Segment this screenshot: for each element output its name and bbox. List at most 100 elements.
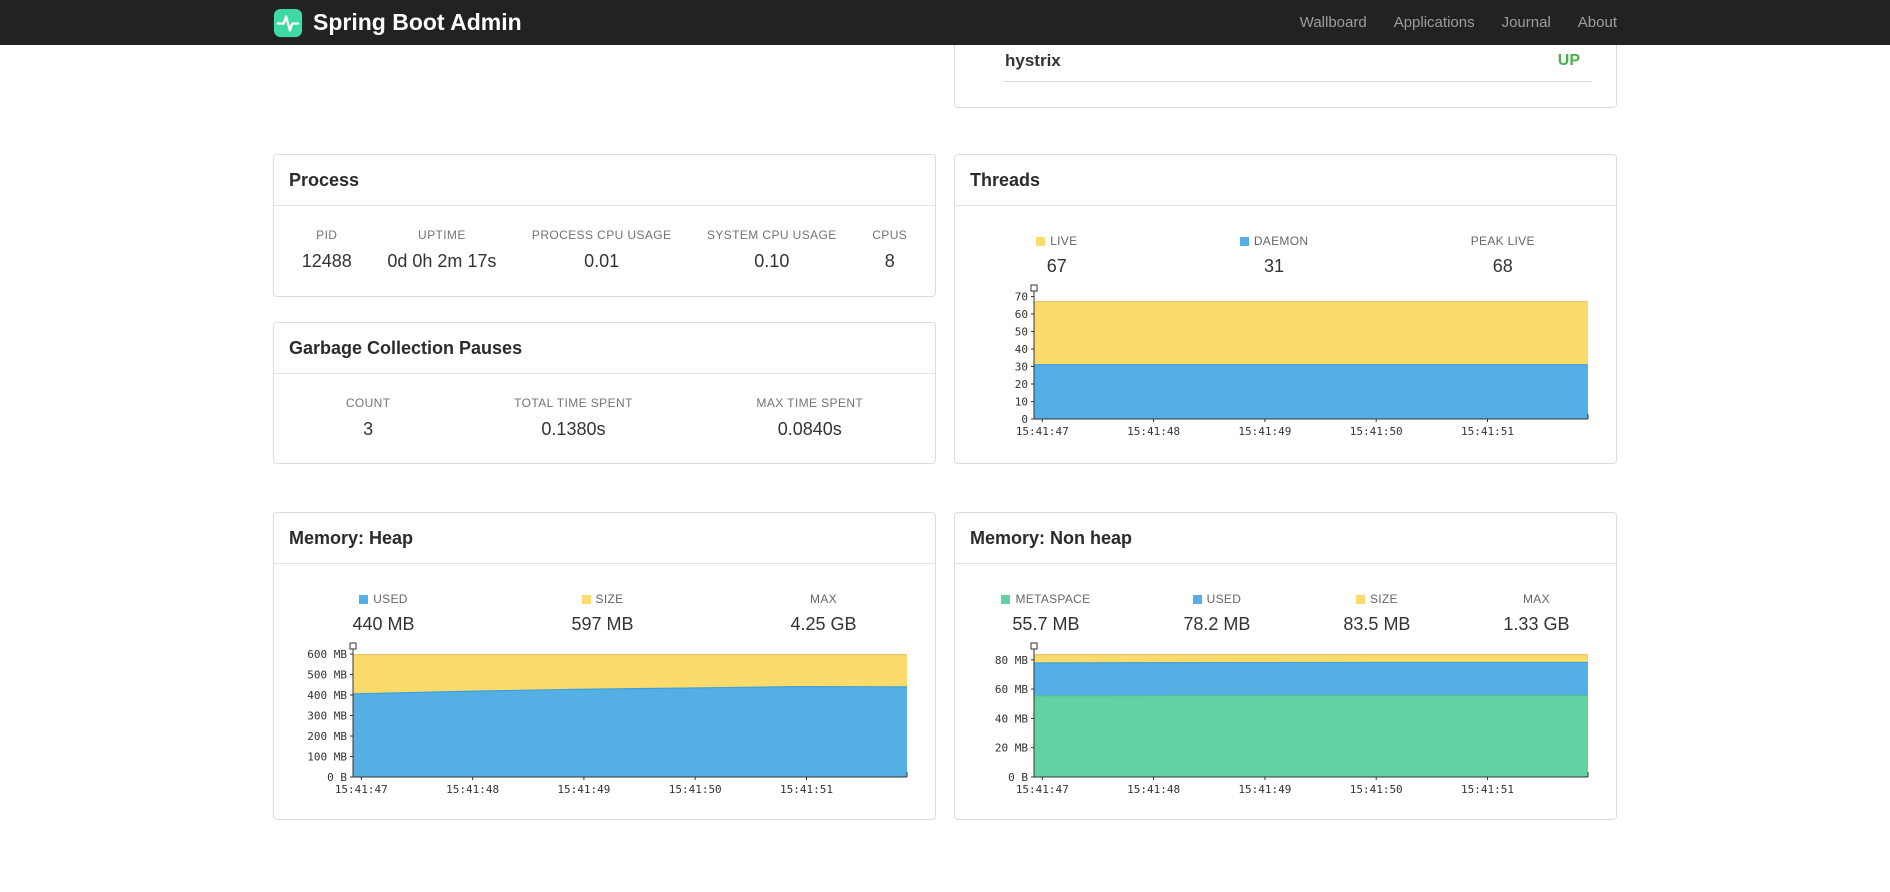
left-column: Process PID 12488 UPTIME 0d 0h 2m 17s PR…	[273, 45, 936, 820]
legend-item-max: MAX 1.33 GB	[1503, 592, 1569, 635]
metric-cpus: CPUS 8	[872, 228, 907, 272]
svg-text:15:41:51: 15:41:51	[1461, 425, 1514, 438]
svg-text:40: 40	[1014, 343, 1027, 356]
svg-text:15:41:49: 15:41:49	[1238, 783, 1291, 796]
legend-value: 67	[1046, 256, 1067, 276]
legend-value: 78.2 MB	[1183, 614, 1251, 634]
svg-text:200 MB: 200 MB	[307, 730, 347, 743]
gc-panel: Garbage Collection Pauses COUNT 3 TOTAL …	[273, 322, 936, 464]
legend-label: SIZE	[595, 592, 624, 606]
legend-label: MAX	[810, 592, 837, 606]
nav-about[interactable]: About	[1578, 14, 1617, 31]
process-panel: Process PID 12488 UPTIME 0d 0h 2m 17s PR…	[273, 154, 936, 297]
svg-text:80 MB: 80 MB	[994, 654, 1027, 667]
metric-value: 0.1380s	[541, 419, 606, 439]
metric-value: 3	[363, 419, 374, 439]
status-badge: UP	[1557, 52, 1580, 69]
memory-nonheap-chart: 0 B20 MB40 MB60 MB80 MB15:41:47 15:41:48 1…	[994, 642, 1588, 796]
metric-gc-max-time: MAX TIME SPENT 0.0840s	[756, 396, 863, 440]
svg-text:15:41:51: 15:41:51	[1461, 783, 1514, 796]
threads-legend: LIVE 67 DAEMON 31 PEAK LIVE 68	[955, 206, 1616, 277]
svg-text:15:41:47: 15:41:47	[334, 783, 387, 796]
legend-value: 31	[1264, 256, 1285, 276]
legend-value: 1.33 GB	[1503, 614, 1570, 634]
legend-value: 440 MB	[352, 614, 415, 634]
series-swatch	[1001, 594, 1011, 604]
memory-nonheap-panel: Memory: Non heap METASPACE 55.7 MB USED …	[954, 512, 1617, 820]
svg-text:60: 60	[1014, 308, 1027, 321]
svg-text:15:41:51: 15:41:51	[780, 783, 833, 796]
svg-text:15:41:47: 15:41:47	[1015, 425, 1068, 438]
metric-label: PROCESS CPU USAGE	[531, 228, 672, 242]
legend-item-peak-live: PEAK LIVE 68	[1471, 234, 1535, 277]
metric-value: 0.10	[754, 251, 790, 271]
memory-heap-chart: 0 B100 MB200 MB300 MB400 MB500 MB600 MB1…	[307, 642, 907, 796]
legend-item-size: SIZE 597 MB	[571, 592, 633, 635]
legend-item-used: USED 78.2 MB	[1183, 592, 1250, 635]
nav-wallboard[interactable]: Wallboard	[1300, 14, 1367, 31]
svg-text:40 MB: 40 MB	[994, 712, 1027, 725]
brand-link[interactable]: Spring Boot Admin	[273, 8, 522, 38]
metric-value: 8	[884, 251, 895, 271]
metric-gc-total-time: TOTAL TIME SPENT 0.1380s	[514, 396, 633, 440]
legend-item-size: SIZE 83.5 MB	[1343, 592, 1410, 635]
svg-text:15:41:48: 15:41:48	[1127, 425, 1180, 438]
legend-value: 4.25 GB	[790, 614, 857, 634]
svg-text:30: 30	[1014, 361, 1027, 374]
legend-label: LIVE	[1050, 234, 1078, 248]
navbar-links: Wallboard Applications Journal About	[1300, 14, 1617, 31]
threads-panel-title: Threads	[955, 155, 1616, 206]
process-metrics: PID 12488 UPTIME 0d 0h 2m 17s PROCESS CP…	[274, 206, 935, 272]
legend-label: MAX	[1522, 592, 1550, 606]
series-swatch	[1036, 236, 1046, 246]
metric-pid: PID 12488	[302, 228, 352, 272]
legend-value: 68	[1492, 256, 1513, 276]
metric-label: PID	[316, 228, 338, 242]
legend-label: SIZE	[1369, 592, 1398, 606]
metric-label: TOTAL TIME SPENT	[514, 396, 633, 410]
metric-value: 12488	[301, 251, 352, 271]
svg-text:15:41:49: 15:41:49	[557, 783, 610, 796]
metric-value: 0.01	[584, 251, 620, 271]
navbar: Spring Boot Admin Wallboard Applications…	[0, 0, 1890, 45]
legend-label: METASPACE	[1015, 592, 1091, 606]
health-panel-fragment: hystrix UP	[954, 45, 1617, 108]
legend-item-daemon: DAEMON 31	[1239, 234, 1308, 277]
series-swatch	[581, 594, 591, 604]
health-check-name: hystrix	[1005, 51, 1061, 70]
svg-text:15:41:48: 15:41:48	[1127, 783, 1180, 796]
legend-item-live: LIVE 67	[1036, 234, 1077, 277]
nav-applications[interactable]: Applications	[1394, 14, 1475, 31]
svg-text:70: 70	[1014, 291, 1027, 304]
main-content: Process PID 12488 UPTIME 0d 0h 2m 17s PR…	[273, 45, 1617, 820]
memory-nonheap-panel-title: Memory: Non heap	[955, 513, 1616, 564]
process-panel-title: Process	[274, 155, 935, 206]
series-swatch	[1239, 236, 1249, 246]
svg-text:20 MB: 20 MB	[994, 742, 1027, 755]
metric-system-cpu-usage: SYSTEM CPU USAGE 0.10	[707, 228, 837, 272]
metric-label: CPUS	[872, 228, 908, 242]
legend-value: 83.5 MB	[1343, 614, 1411, 634]
svg-text:500 MB: 500 MB	[307, 669, 347, 682]
legend-label: USED	[1206, 592, 1242, 606]
legend-label: PEAK LIVE	[1470, 234, 1535, 248]
health-row-hystrix: hystrix UP	[1003, 49, 1592, 82]
svg-text:10: 10	[1014, 396, 1027, 409]
legend-label: USED	[373, 592, 408, 606]
svg-text:100 MB: 100 MB	[307, 751, 347, 764]
series-swatch	[359, 594, 369, 604]
metric-label: COUNT	[345, 396, 391, 410]
legend-item-metaspace: METASPACE 55.7 MB	[1001, 592, 1090, 635]
memory-heap-panel-title: Memory: Heap	[274, 513, 935, 564]
threads-chart: 01020304050607015:41:47 15:41:48 15:41:49 1…	[1014, 284, 1588, 438]
brand-title: Spring Boot Admin	[313, 9, 522, 35]
series-swatch	[1192, 594, 1202, 604]
navbar-inner: Spring Boot Admin Wallboard Applications…	[273, 0, 1617, 45]
svg-text:50: 50	[1014, 326, 1027, 339]
metric-value: 0.0840s	[777, 419, 842, 439]
spring-boot-admin-logo-icon	[273, 8, 303, 38]
threads-panel: Threads LIVE 67 DAEMON 31 PEAK LIVE 68 0…	[954, 154, 1617, 464]
nav-journal[interactable]: Journal	[1502, 14, 1551, 31]
svg-text:15:41:50: 15:41:50	[1349, 783, 1402, 796]
svg-text:15:41:50: 15:41:50	[668, 783, 721, 796]
